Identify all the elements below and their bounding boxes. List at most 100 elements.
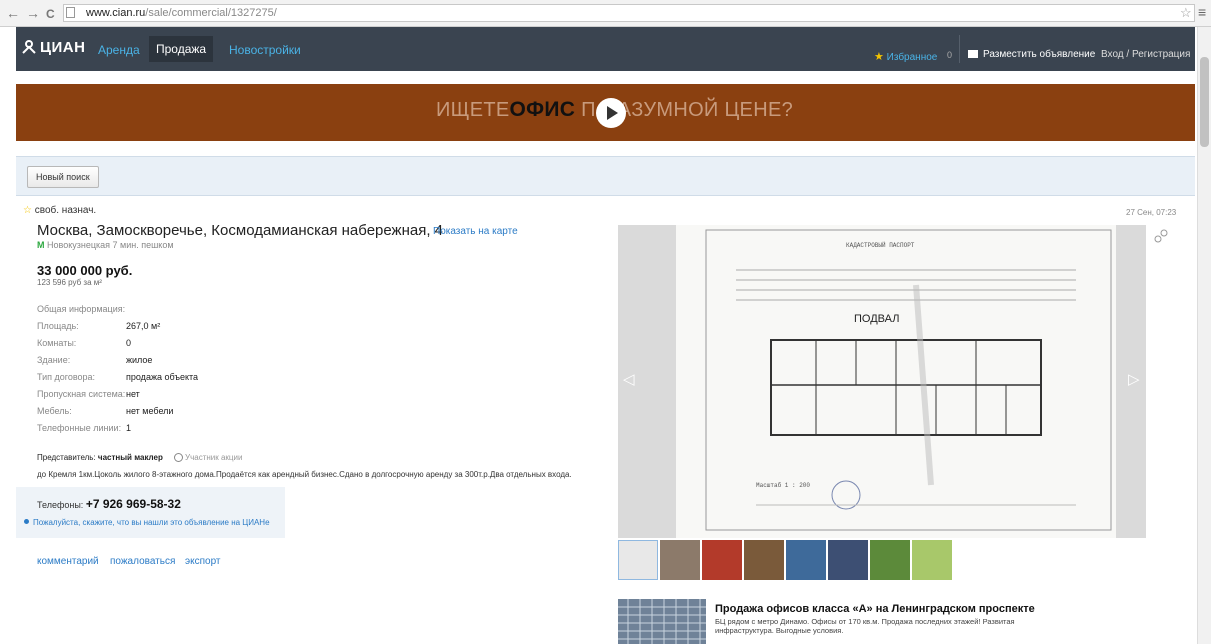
metro-label: Новокузнецкая 7 мин. пешком [47,240,174,250]
doc-title: ПОДВАЛ [854,313,899,325]
info-value: жилое [126,355,153,365]
nav-sale[interactable]: Продажа [149,36,214,62]
next-photo-icon[interactable]: ▷ [1128,370,1140,388]
favorite-star-icon[interactable]: ☆ [23,205,32,216]
info-key: Пропускная система: [37,389,126,399]
post-ad-label: Разместить объявление [983,49,1096,60]
ad-title[interactable]: Продажа офисов класса «А» на Ленинградск… [715,603,1035,615]
show-on-map-link[interactable]: Показать на карте [433,226,518,237]
phone-note: Пожалуйста, скажите, что вы нашли это об… [24,518,270,527]
listing-address: Москва, Замоскворечье, Космодамианская н… [37,222,444,239]
doc-header: КАДАСТРОВЫЙ ПАСПОРТ [846,241,915,249]
building-image [618,599,706,644]
back-button[interactable]: ← [6,5,20,21]
thumbnail[interactable] [660,540,700,580]
info-key: Комнаты: [37,338,77,348]
url-domain: www.cian.ru [86,7,146,19]
cian-logo[interactable]: ЦИАН [22,39,85,56]
thumbnail[interactable] [870,540,910,580]
listing-date: 27 Сен, 07:23 [1126,208,1177,217]
info-value: нет [126,389,140,399]
agent-label: Представитель: [37,453,98,462]
info-key: Здание: [37,355,71,365]
browser-menu-icon[interactable]: ≡ [1198,4,1206,20]
favorites-count: 0 [947,50,953,60]
phone-box: Телефоны: +7 926 969-58-32 Пожалуйста, с… [16,487,285,538]
floor-plan-drawing: КАДАСТРОВЫЙ ПАСПОРТ ПОДВАЛ Масштаб 1 : 2… [705,229,1112,531]
promo-label: Участник акции [185,453,243,462]
thumbnail[interactable] [702,540,742,580]
comment-link[interactable]: комментарий [37,556,99,567]
post-ad-button[interactable]: Разместить объявление [968,49,1095,60]
scrollbar-thumb[interactable] [1200,57,1209,147]
info-value: 1 [126,423,132,433]
info-value: продажа объекта [126,372,199,382]
general-info-header: Общая информация: [37,304,126,314]
metro-icon: М [37,240,45,250]
logo-text: ЦИАН [40,39,86,56]
info-row-area: Площадь: 267,0 м² [37,321,160,331]
ad-image[interactable] [618,599,706,644]
listing-description: до Кремля 1км.Цоколь жилого 8-этажного д… [37,470,572,479]
info-row-access: Пропускная система:нет [37,389,140,399]
thumbnail[interactable] [786,540,826,580]
phone-number[interactable]: +7 926 969-58-32 [86,497,181,511]
prev-photo-icon[interactable]: ◁ [623,370,635,388]
check-circle-icon [174,453,183,462]
price-per-m2: 123 596 руб за м² [37,278,102,287]
banner-text-post: АЗУМНОЙ ЦЕНЕ? [617,99,794,121]
expand-icon[interactable] [1154,229,1168,243]
page-scrollbar[interactable] [1197,27,1211,644]
export-link[interactable]: экспорт [185,556,221,567]
banner-text-bold: ОФИС [509,98,576,121]
new-search-button[interactable]: Новый поиск [27,166,99,188]
favorites-link[interactable]: ★ Избранное [874,50,937,63]
info-row-building: Здание: жилое [37,355,152,365]
forward-button[interactable]: → [26,5,40,21]
info-key: Телефонные линии: [37,423,122,433]
banner-text-pre: ИЩЕТЕ [436,99,510,121]
listing-type-label: своб. назнач. [34,205,97,216]
banner-text-mid: П [575,99,596,121]
nav-new-buildings[interactable]: Новостройки [229,43,301,57]
complain-link[interactable]: пожаловаться [110,556,175,567]
promo-banner[interactable]: ИЩЕТЕОФИС П АЗУМНОЙ ЦЕНЕ? [16,84,1195,141]
login-link[interactable]: Вход / Регистрация [1101,49,1190,60]
floor-plan-image[interactable]: КАДАСТРОВЫЙ ПАСПОРТ ПОДВАЛ Масштаб 1 : 2… [676,225,1116,538]
page-icon [66,7,75,18]
photo-gallery[interactable]: КАДАСТРОВЫЙ ПАСПОРТ ПОДВАЛ Масштаб 1 : 2… [618,225,1146,538]
site-header: ЦИАН Аренда Продажа Новостройки ★ Избран… [16,27,1195,71]
header-divider [959,35,960,63]
thumbnail[interactable] [912,540,952,580]
favorites-star-icon: ★ [874,51,884,63]
metro-info: М Новокузнецкая 7 мин. пешком [37,240,174,250]
reload-button[interactable]: C [46,6,55,22]
agent-info: Представитель: частный маклер [37,453,163,462]
listing-type: ☆ своб. назнач. [23,205,96,216]
ad-icon [968,50,978,58]
info-key: Площадь: [37,321,79,331]
play-icon[interactable] [596,98,626,128]
phone-line: Телефоны: +7 926 969-58-32 [37,497,181,511]
thumbnail[interactable] [618,540,658,580]
favorites-label: Избранное [886,52,938,63]
search-strip: Новый поиск [16,156,1195,196]
address-bar[interactable]: www.cian.ru/sale/commercial/1327275/ [63,4,1195,22]
price: 33 000 000 руб. [37,263,133,278]
promo-participant[interactable]: Участник акции [174,453,242,462]
info-key: Мебель: [37,406,72,416]
info-row-contract: Тип договора: продажа объекта [37,372,198,382]
url-path: /sale/commercial/1327275/ [145,7,277,19]
nav-rent[interactable]: Аренда [98,43,140,57]
ad-description: БЦ рядом с метро Динамо. Офисы от 170 кв… [715,617,1015,635]
info-key: Тип договора: [37,372,96,382]
agent-value: частный маклер [97,453,163,462]
phone-label: Телефоны: [37,500,86,510]
bookmark-star-icon[interactable]: ☆ [1180,5,1192,21]
info-row-furniture: Мебель: нет мебели [37,406,173,416]
thumbnail[interactable] [744,540,784,580]
thumbnail[interactable] [828,540,868,580]
info-row-phone-lines: Телефонные линии: 1 [37,423,131,433]
bullet-icon [24,519,29,524]
info-value: нет мебели [126,406,174,416]
